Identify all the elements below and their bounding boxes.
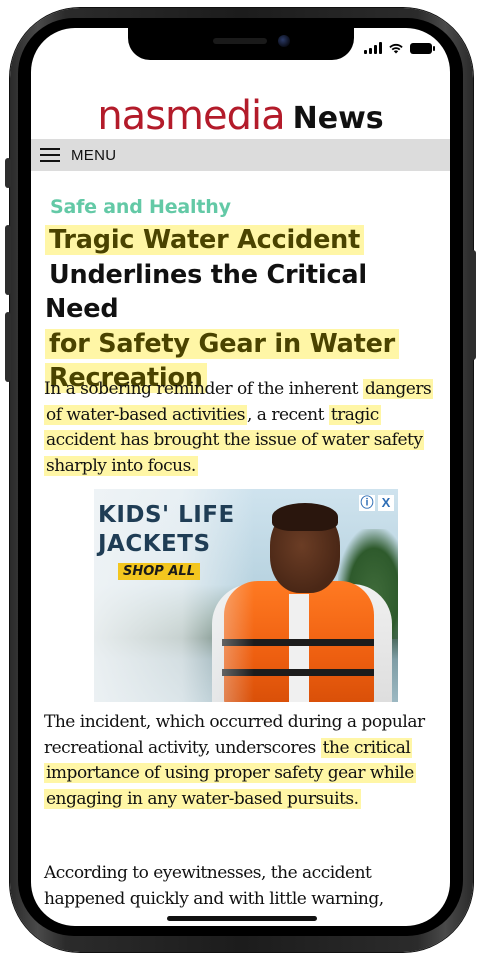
brand-logo[interactable]: nasmedia — [97, 96, 285, 136]
volume-up-button — [5, 225, 11, 295]
ad-shop-all-button[interactable]: SHOP ALL — [118, 563, 200, 580]
ad-title-line-1: KIDS' LIFE — [98, 502, 235, 528]
intro-text-mid: , a recent — [247, 404, 329, 425]
ad-jacket-opening — [289, 594, 309, 702]
ad-info-icon[interactable]: ⓘ — [359, 495, 375, 511]
volume-down-button — [5, 312, 11, 382]
ad-title: KIDS' LIFE JACKETS — [98, 501, 235, 559]
speaker-grille — [213, 38, 267, 44]
power-button — [470, 250, 476, 360]
paragraph-incident: The incident, which occurred during a po… — [44, 710, 444, 812]
paragraph-intro: In a sobering reminder of the inherent d… — [44, 377, 444, 479]
ad-child-hair — [272, 503, 338, 531]
paragraph-eyewitness: According to eyewitnesses, the accident … — [44, 863, 384, 909]
hamburger-menu-icon[interactable] — [40, 148, 60, 162]
intro-text: In a sobering reminder of the inherent — [44, 379, 363, 399]
article-category[interactable]: Safe and Healthy — [50, 196, 231, 218]
headline-line-1: Tragic Water Accident — [45, 225, 365, 255]
ad-choices-badge[interactable]: ⓘ X — [359, 495, 394, 511]
masthead[interactable]: nasmedia News — [31, 86, 450, 136]
page: nasmedia News MENU Safe and Healthy Trag… — [0, 0, 481, 962]
menu-bar[interactable]: MENU — [31, 139, 450, 171]
screen: nasmedia News MENU Safe and Healthy Trag… — [31, 28, 450, 926]
headline-line-2: Underlines the Critical Need — [45, 259, 367, 325]
wifi-icon — [389, 43, 403, 54]
status-bar — [364, 42, 435, 54]
menu-button-label[interactable]: MENU — [71, 147, 116, 164]
battery-icon — [410, 43, 435, 54]
article-headline: Tragic Water Accident Underlines the Cri… — [45, 223, 440, 396]
headline-line-3: for Safety Gear in Water — [45, 328, 400, 359]
silent-switch — [5, 158, 11, 188]
advertisement-banner[interactable]: KIDS' LIFE JACKETS SHOP ALL ⓘ X — [94, 489, 398, 702]
front-camera — [278, 35, 290, 47]
ad-title-line-2: JACKETS — [98, 531, 211, 557]
home-indicator[interactable] — [167, 916, 317, 921]
cellular-signal-icon — [364, 42, 382, 54]
ad-close-icon[interactable]: X — [378, 495, 394, 511]
section-title: News — [292, 101, 384, 136]
notch — [128, 28, 354, 60]
